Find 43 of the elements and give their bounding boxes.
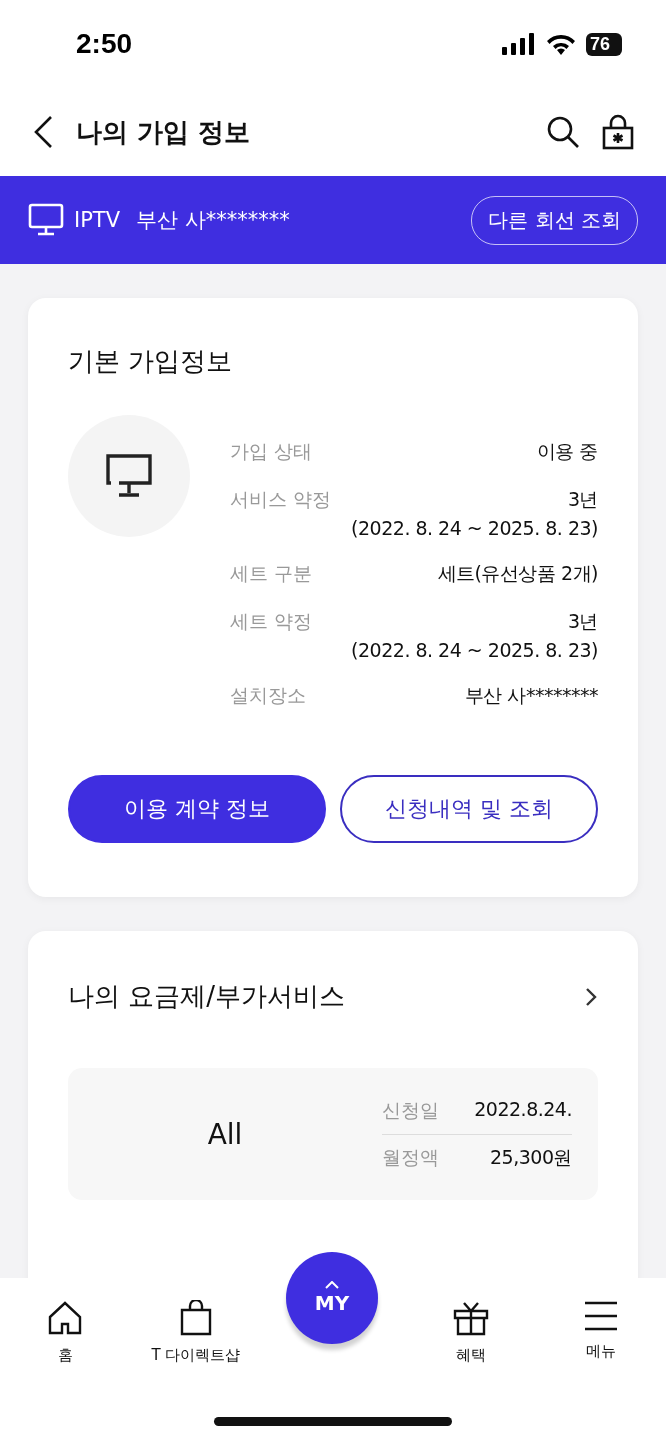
line-location: 부산 사********	[136, 207, 290, 234]
history-button[interactable]: 신청내역 및 조회	[340, 775, 598, 843]
info-period: (2022. 8. 24 ~ 2025. 8. 23)	[351, 639, 598, 661]
plan-value: 25,300원	[490, 1144, 572, 1170]
info-value: 3년	[567, 487, 598, 512]
nav-tab[interactable]: T 다이렉트샵	[130, 1300, 262, 1365]
card-title: 기본 가입정보	[68, 346, 233, 376]
plan-name: All	[206, 1117, 244, 1151]
chevron-right-icon[interactable]	[584, 985, 598, 1008]
info-label: 가입 상태	[230, 439, 313, 464]
battery-indicator: 76	[585, 32, 622, 56]
info-value: 세트(유선상품 2개)	[437, 561, 598, 586]
card-title: 나의 요금제/부가서비스	[68, 980, 346, 1013]
info-label: 설치장소	[230, 683, 306, 708]
home-icon	[47, 1300, 83, 1336]
contract-info-button[interactable]: 이용 계약 정보	[68, 775, 326, 843]
info-value: 이용 중	[536, 439, 598, 464]
menu-icon	[583, 1300, 619, 1332]
service-type: IPTV	[74, 208, 121, 232]
nav-tab[interactable]: 혜택	[406, 1300, 536, 1365]
search-icon[interactable]	[546, 115, 580, 149]
gift-icon	[453, 1300, 489, 1336]
info-period: (2022. 8. 24 ~ 2025. 8. 23)	[351, 517, 598, 539]
tv-icon	[28, 203, 64, 237]
plan-label: 월정액	[382, 1144, 439, 1170]
page-title: 나의 가입 정보	[76, 115, 252, 149]
caret-up-icon	[325, 1281, 339, 1289]
info-label: 세트 약정	[230, 609, 313, 634]
info-label: 세트 구분	[230, 561, 313, 586]
lock-icon[interactable]	[602, 114, 634, 150]
shopping-bag-icon	[178, 1300, 214, 1336]
info-label: 서비스 약정	[230, 487, 332, 512]
nav-tab[interactable]: 홈	[0, 1300, 130, 1365]
status-time: 2:50	[76, 28, 133, 60]
nav-tab[interactable]: 메뉴	[536, 1300, 666, 1361]
monitor-icon	[105, 453, 153, 499]
info-value: 3년	[567, 609, 598, 634]
signal-icon	[501, 33, 536, 55]
wifi-icon	[545, 33, 576, 55]
info-value: 부산 사********	[464, 683, 598, 708]
plan-label: 신청일	[382, 1097, 439, 1123]
other-line-button[interactable]: 다른 회선 조회	[471, 195, 638, 245]
plan-value: 2022.8.24.	[474, 1097, 572, 1122]
